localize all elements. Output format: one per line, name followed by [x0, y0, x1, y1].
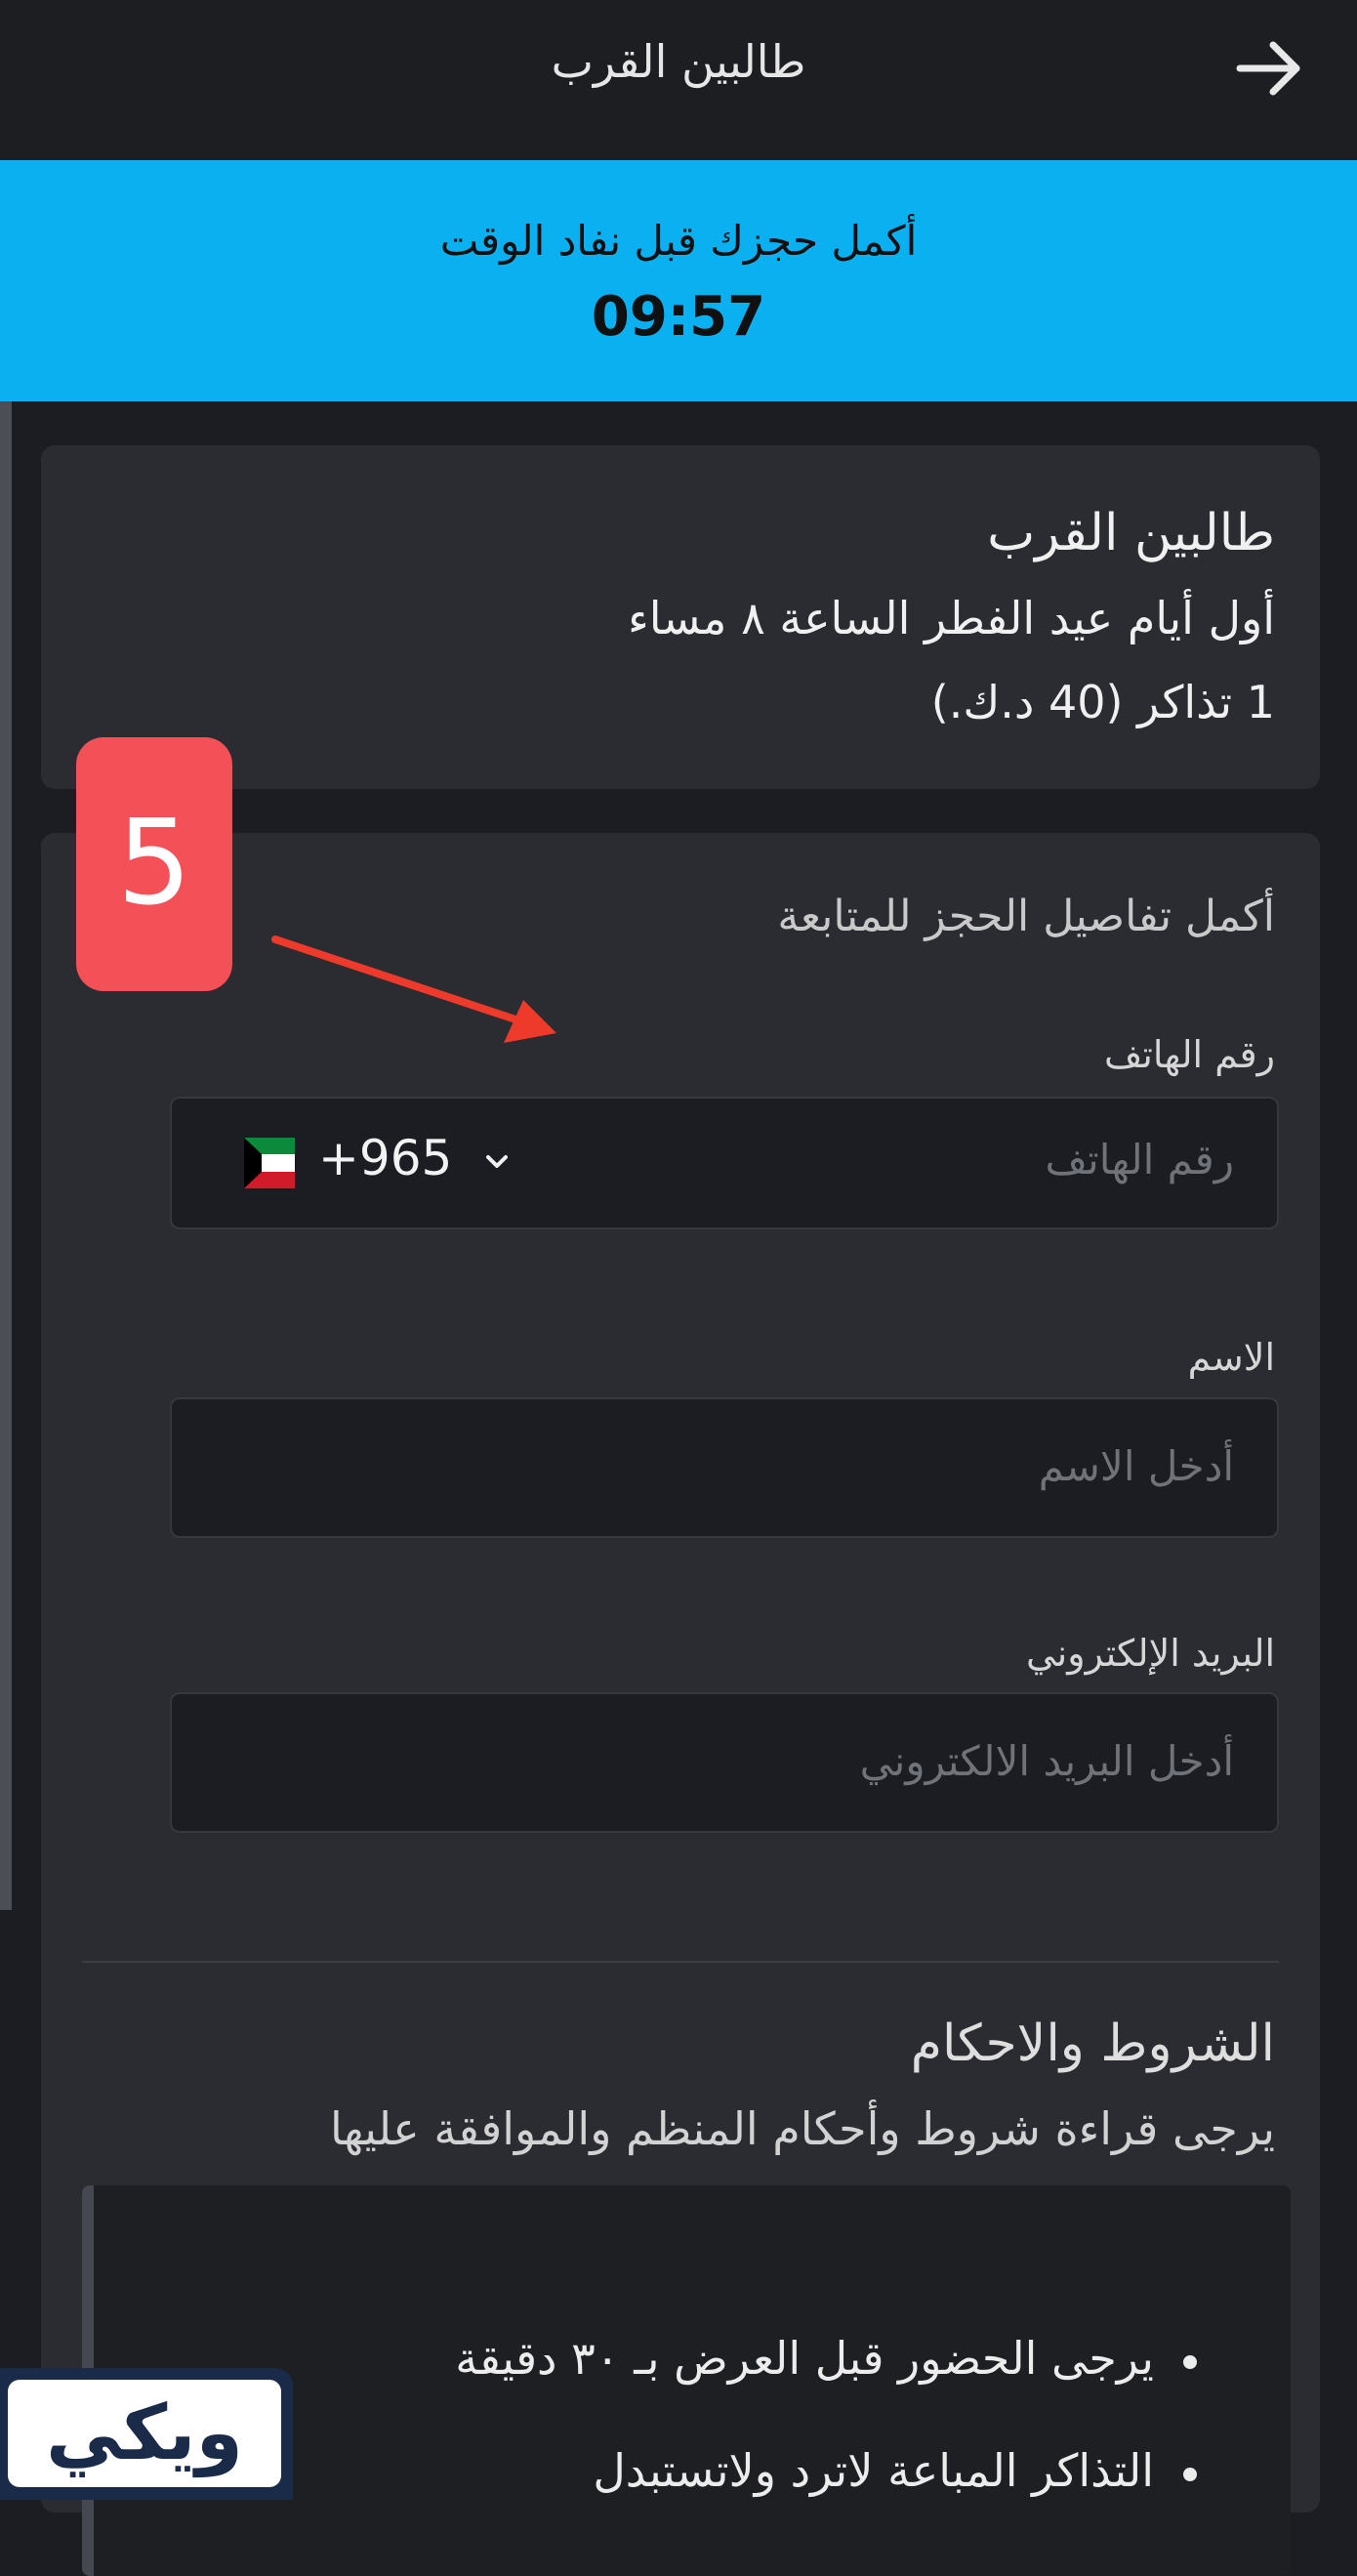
- section-divider: [82, 1961, 1279, 1963]
- email-placeholder: أدخل البريد الالكتروني: [859, 1737, 1234, 1785]
- kuwait-flag-icon: [244, 1138, 295, 1188]
- wiki-logo-text: ويكي: [8, 2380, 281, 2487]
- top-bar: طالبين القرب: [0, 0, 1357, 160]
- scroll-indicator: [0, 401, 12, 1910]
- phone-label: رقم الهاتف: [1103, 1033, 1275, 1076]
- email-label: البريد الإلكتروني: [1026, 1632, 1275, 1675]
- phone-field[interactable]: +965 رقم الهاتف: [170, 1097, 1279, 1229]
- phone-placeholder: رقم الهاتف: [1045, 1136, 1234, 1184]
- list-item: التذاكر المباعة لاترد ولاتستبدل: [593, 2444, 1197, 2497]
- chevron-down-icon[interactable]: [484, 1149, 510, 1175]
- list-item: يرجى الحضور قبل العرض بـ ٣٠ دقيقة: [455, 2332, 1197, 2385]
- terms-title: الشروط والاحكام: [910, 2015, 1275, 2073]
- country-code[interactable]: +965: [318, 1130, 452, 1186]
- countdown-message: أكمل حجزك قبل نفاد الوقت: [439, 217, 918, 265]
- terms-item-text: التذاكر المباعة لاترد ولاتستبدل: [593, 2444, 1154, 2497]
- countdown-time: 09:57: [591, 285, 766, 349]
- arrow-right-icon[interactable]: [1230, 29, 1308, 107]
- wiki-logo: ويكي: [0, 2368, 293, 2500]
- terms-item-text: يرجى الحضور قبل العرض بـ ٣٠ دقيقة: [455, 2332, 1154, 2385]
- bullet-icon: [1183, 2354, 1197, 2369]
- page-title: طالبين القرب: [551, 35, 806, 88]
- annotation-arrow-icon: [264, 918, 576, 1055]
- booking-details-form: أكمل تفاصيل الحجز للمتابعة رقم الهاتف +9…: [41, 833, 1320, 2576]
- bullet-icon: [1183, 2467, 1197, 2481]
- form-title: أكمل تفاصيل الحجز للمتابعة: [777, 892, 1275, 941]
- name-input[interactable]: أدخل الاسم: [170, 1397, 1279, 1538]
- countdown-banner: أكمل حجزك قبل نفاد الوقت 09:57: [0, 160, 1357, 401]
- name-placeholder: أدخل الاسم: [1038, 1442, 1234, 1490]
- ticket-count: 1 تذاكر (40 د.ك.): [930, 676, 1275, 728]
- email-input[interactable]: أدخل البريد الالكتروني: [170, 1692, 1279, 1833]
- event-name: طالبين القرب: [987, 504, 1275, 562]
- booking-summary-card: طالبين القرب أول أيام عيد الفطر الساعة ٨…: [41, 445, 1320, 789]
- terms-subtitle: يرجى قراءة شروط وأحكام المنظم والموافقة …: [329, 2102, 1275, 2155]
- step-number-badge: 5: [76, 737, 232, 991]
- event-date: أول أيام عيد الفطر الساعة ٨ مساء: [628, 592, 1275, 644]
- name-label: الاسم: [1187, 1336, 1275, 1379]
